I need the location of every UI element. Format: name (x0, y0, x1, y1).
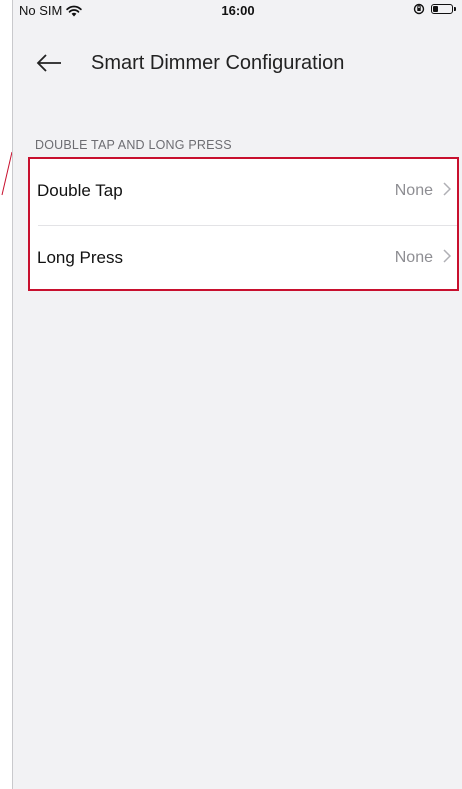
long-press-row[interactable]: Long Press None (30, 226, 457, 291)
long-press-value: None (394, 249, 433, 266)
battery-icon (431, 4, 456, 14)
back-button[interactable] (31, 48, 67, 78)
section-header: DOUBLE TAP AND LONG PRESS (35, 138, 232, 152)
back-arrow-icon (36, 54, 61, 72)
clock: 16:00 (221, 3, 255, 18)
long-press-label: Long Press (37, 248, 123, 267)
orientation-lock-icon (413, 3, 425, 15)
settings-list: Double Tap None Long Press None (28, 157, 459, 291)
double-tap-label: Double Tap (37, 181, 123, 200)
double-tap-row[interactable]: Double Tap None (30, 159, 457, 224)
status-icons (413, 3, 456, 15)
double-tap-value: None (394, 182, 433, 199)
status-bar: No SIM 16:00 (13, 0, 462, 22)
chevron-right-icon (443, 182, 451, 196)
chevron-right-icon (443, 249, 451, 263)
app-screen: No SIM 16:00 Smart Dimmer Configuration … (12, 0, 462, 789)
page-title: Smart Dimmer Configuration (91, 52, 345, 74)
nav-header: Smart Dimmer Configuration (13, 40, 462, 90)
